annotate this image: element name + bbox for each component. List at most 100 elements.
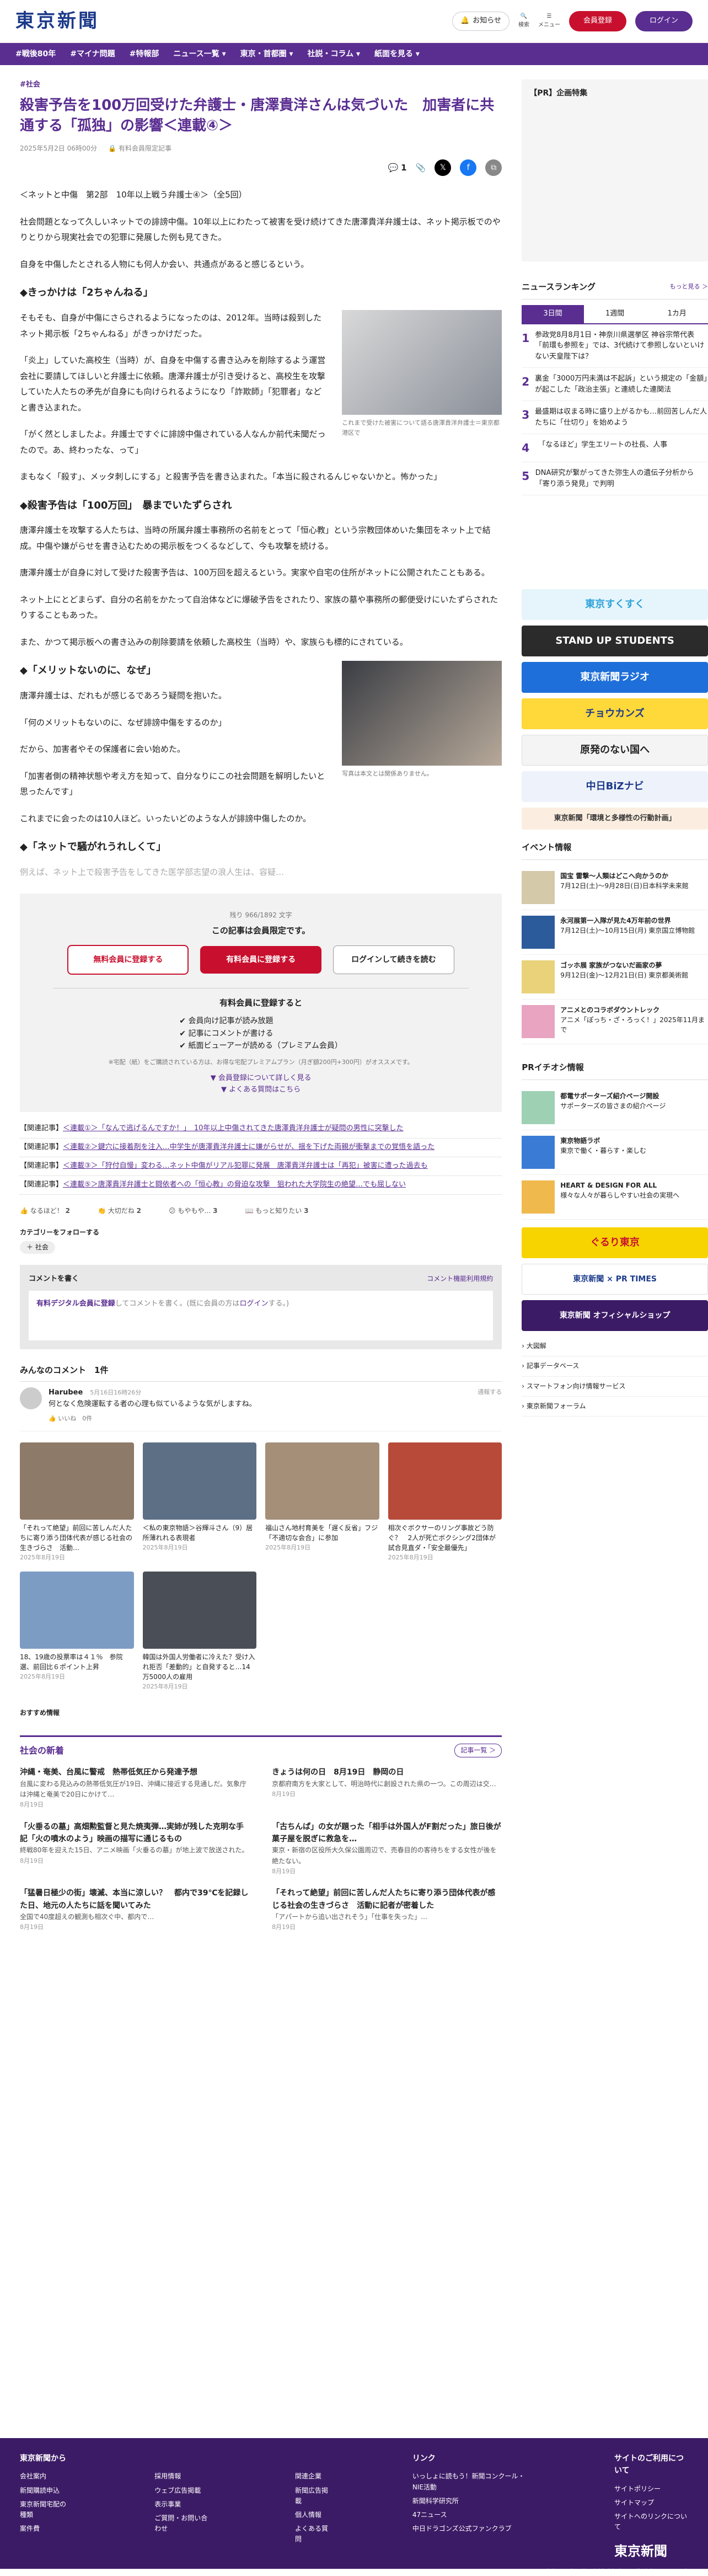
reaction-button[interactable]: 👍 なるほど！ 2 (20, 1206, 70, 1216)
article-card[interactable]: 相次ぐボクサーのリング事故どう防ぐ？ 2人が死亡ボクシング2団体が試合見直ダ・「… (388, 1442, 502, 1563)
event-item[interactable]: アニメとのコラボダウントレックアニメ「ぽっち・ざ・ろっく！」2025年11月まで (522, 1000, 708, 1044)
login-continue-button[interactable]: ログインして続きを読む (333, 945, 454, 974)
nav-item[interactable]: 東京・首都圏 ▾ (240, 48, 293, 60)
copyright: Copyright © The Chunichi Shimbun, All Ri… (20, 2567, 688, 2576)
faq-link[interactable]: ▼ よくある質問はこちら (53, 1084, 469, 1096)
footer-col: 関連企業新聞広告掲載個人情報よくある質問 (295, 2452, 330, 2562)
related-item[interactable]: 【関連記事】＜連載③＞「狩付自慢」変わる…ネット中傷がリアル犯罪に発展 唐澤貴洋… (20, 1157, 502, 1176)
photo-keyboard (342, 661, 502, 766)
paywall: 残り 966/1892 文字 この記事は会員限定です。 無料会員に登録する 有料… (20, 894, 502, 1113)
banner-chokans[interactable]: チョウカンズ (522, 698, 708, 729)
like-button[interactable]: 👍 いいね 0件 (49, 1414, 471, 1424)
comment-rules-link[interactable]: コメント機能利用規約 (427, 1274, 493, 1285)
avatar (20, 1387, 42, 1409)
banner-sukusuku[interactable]: 東京すくすく (522, 589, 708, 620)
banner-prtimes[interactable]: 東京新聞 × PR TIMES (522, 1264, 708, 1295)
ranking-item[interactable]: 4「なるほど」学生エリートの社長、人事 (522, 434, 708, 462)
article-card[interactable]: 18、19歳の投票率は４１％ 参院選、前回比６ポイント上昇2025年8月19日 (20, 1572, 134, 1692)
footer-logo: 東京新聞 (614, 2541, 688, 2562)
free-signup-button[interactable]: 無料会員に登録する (67, 945, 189, 975)
side-link[interactable]: › 記事データベース (522, 1356, 708, 1376)
nav-item[interactable]: #マイナ問題 (70, 48, 115, 60)
pr-item[interactable]: 東京物語ラボ東京で働く・暮らす・楽しむ (522, 1130, 708, 1175)
news-item[interactable]: きょうは何の日 8月19日 静岡の日京都府南方を大家として、明治時代に創設された… (272, 1766, 502, 1809)
reaction-button[interactable]: 📖 もっと知りたい 3 (245, 1206, 309, 1216)
banner-action-plan[interactable]: 東京新聞「環境と多様性の行動計画」 (522, 808, 708, 830)
ranking-more-link[interactable]: もっと見る ＞ (670, 282, 708, 292)
banner-gururi[interactable]: ぐるり東京 (522, 1227, 708, 1258)
section-heading: ◆きっかけは「2ちゃんねる」 (20, 285, 502, 301)
follow-chip[interactable]: ＋ 社会 (20, 1241, 55, 1254)
news-item[interactable]: 「それって絶望」前回に苦しんだ人たちに寄り添う団体代表が感じる社会の生きづらさ … (272, 1887, 502, 1932)
ranking-item[interactable]: 2裏金「3000万円未満は不起訴」という規定の「金額」が起こした「政治主張」と連… (522, 368, 708, 401)
nav-item[interactable]: #戦後80年 (15, 48, 56, 60)
event-item[interactable]: ゴッホ展 家族がつないだ画家の夢9月12日(金)〜12月21日(日) 東京都美術… (522, 955, 708, 1000)
event-item[interactable]: 国宝 雷撃〜人類はどこへ向かうのか7月12日(土)〜9月28日(日)日本科学未来… (522, 865, 708, 910)
pr-item[interactable]: HEART & DESIGN FOR ALL様々な人々が暮らしやすい社会の実現へ (522, 1175, 708, 1220)
banner-radio[interactable]: 東京新聞ラジオ (522, 662, 708, 693)
membership-info-link[interactable]: ▼ 会員登録について詳しく見る (53, 1073, 469, 1084)
news-item[interactable]: 「火垂るの墓」高畑勲監督と見た焼夷弾…実姉が残した克明な手記「火の噴水のよう」映… (20, 1821, 250, 1877)
login-button[interactable]: ログイン (635, 11, 693, 31)
site-logo[interactable]: 東京新聞 (15, 6, 99, 36)
news-item[interactable]: 「猛暑日極少の街」壊滅、本当に涼しい？ 都内で39℃を記録した日、地元の人たちに… (20, 1887, 250, 1932)
report-button[interactable]: 通報する (478, 1387, 502, 1423)
side-link[interactable]: › 東京新聞フォーラム (522, 1397, 708, 1417)
x-share-icon[interactable]: 𝕏 (435, 159, 451, 176)
ranking-item[interactable]: 1参政党8月8月1日・神奈川県選挙区 神谷宗幣代表「前環も参照を」では、3代続け… (522, 324, 708, 368)
news-item[interactable]: 「古ちんぱ」の女が題った「相手は外国人がF割だった」旅日後が菓子屋を脱ぎに救急を… (272, 1821, 502, 1877)
copy-link-icon[interactable]: ⧉ (485, 159, 502, 176)
pr-pick-title: PRイチオシ情報 (522, 1055, 708, 1080)
banner-bizbavi[interactable]: 中日BiZナビ (522, 771, 708, 802)
comment-input[interactable]: 有料デジタル会員に登録してコメントを書く。(既に会員の方はログインする。) (29, 1291, 493, 1340)
reaction-button[interactable]: 👏 大切だね 2 (98, 1206, 141, 1216)
event-item[interactable]: 永河展第一入隊が見た4万年前の世界7月12日(土)〜10月15日(月) 東京国立… (522, 910, 708, 955)
article-card[interactable]: 福山さん地村育美を「遅く反省」フジ「不適切な会合」に参加2025年8月19日 (265, 1442, 379, 1563)
related-item[interactable]: 【関連記事】＜連載②＞鍵穴に接着剤を注入…中学生が唐澤貴洋弁護士に嫌がらせが、揺… (20, 1139, 502, 1157)
pr-feature[interactable]: 【PR】企画特集 (522, 79, 708, 261)
nav-item[interactable]: ニュース一覧 ▾ (173, 48, 226, 60)
article-tag[interactable]: #社会 (20, 79, 502, 91)
article-card[interactable]: ＜私の東京物語＞谷輝斗さん（9）居所薄れれる表現者2025年8月19日 (143, 1442, 257, 1563)
section-heading: ◆殺害予告は「100万回」 暴までいたずらされ (20, 498, 502, 514)
article-title: 殺害予告を100万回受けた弁護士・唐澤貴洋さんは気づいた 加害者に共通する「孤独… (20, 95, 502, 137)
related-item[interactable]: 【関連記事】＜連載⑤＞唐澤貴洋弁護士と闘依者への「恒心教」の脅迫な攻撃 狙われた… (20, 1176, 502, 1195)
menu-button[interactable]: ☰メニュー (538, 12, 560, 30)
banner-shop[interactable]: 東京新聞 オフィシャルショップ (522, 1300, 708, 1331)
comment-count[interactable]: 💬 1 (388, 161, 407, 174)
related-item[interactable]: 【関連記事】＜連載①＞「なんで逃げるんですか！」 10年以上中傷されてきた唐澤貴… (20, 1120, 502, 1139)
tab-1week[interactable]: 1週間 (584, 305, 646, 323)
facebook-share-icon[interactable]: f (460, 159, 476, 176)
article-card[interactable]: 韓国は外国人労働者に冷えた？受け入れ拒否「差動的」と自発すると…14万5000人… (143, 1572, 257, 1692)
footer-col: リンク いっしょに読もう！新聞コンクール・NIE活動新聞科学研究所47ニュース中… (412, 2452, 532, 2562)
notice-button[interactable]: 🔔お知らせ (452, 12, 509, 31)
nav-item[interactable]: 紙面を見る ▾ (374, 48, 420, 60)
main-nav: #戦後80年 #マイナ問題 #特報部 ニュース一覧 ▾ 東京・首都圏 ▾ 社説・… (0, 43, 708, 65)
reaction-button[interactable]: 😕 もやもや… 3 (169, 1206, 218, 1216)
photo-lawyer (342, 310, 502, 415)
ranking-title: ニュースランキング (522, 280, 596, 293)
banner-genpatsu[interactable]: 原発のない国へ (522, 735, 708, 766)
nav-item[interactable]: 社説・コラム ▾ (308, 48, 360, 60)
section-heading: ◆「ネットで騒がれうれしくて」 (20, 840, 502, 856)
tab-1month[interactable]: 1カ月 (646, 305, 708, 323)
clip-icon[interactable]: 📎 (416, 161, 426, 174)
nav-item[interactable]: #特報部 (130, 48, 159, 60)
ranking-item[interactable]: 3最盛期は収まる時に盛り上がるかも…前回苦しんだ人たちに「仕切り」を始めよう (522, 401, 708, 434)
side-link[interactable]: › 大図解 (522, 1337, 708, 1356)
more-articles-button[interactable]: 記事一覧 ＞ (454, 1744, 502, 1758)
tab-3days[interactable]: 3日間 (522, 305, 584, 323)
search-button[interactable]: 🔍検索 (518, 12, 529, 30)
paid-signup-button[interactable]: 有料会員に登録する (200, 946, 321, 974)
banner-standup[interactable]: STAND UP STUDENTS (522, 626, 708, 656)
news-item[interactable]: 沖縄・奄美、台風に警戒 熱帯低気圧から発達予想台風に変わる見込みの熱帯低気圧が1… (20, 1766, 250, 1809)
article-photo: これまで受けた被害について語る唐澤貴洋弁護士＝東京都港区で (342, 310, 502, 437)
event-title: イベント情報 (522, 835, 708, 860)
side-link[interactable]: › スマートフォン向け情報サービス (522, 1377, 708, 1397)
pr-item[interactable]: 都電サポーターズ紹介ページ開設サポーターズの皆さまの紹介ページ (522, 1086, 708, 1130)
footer-col: 採用情報ウェブ広告掲載表示事業ご質問・お問い合わせ (154, 2452, 212, 2562)
side-links: › 大図解 › 記事データベース › スマートフォン向け情報サービス › 東京新… (522, 1337, 708, 1417)
signup-button[interactable]: 会員登録 (569, 11, 626, 31)
article-card[interactable]: 「それって絶望」前回に苦しんだ人たちに寄り添う団体代表が感じる社会の生きづらさ … (20, 1442, 134, 1563)
ranking-item[interactable]: 5DNA研究が繋がってきた弥生人の遺伝子分析から「寄り添う発見」で判明 (522, 462, 708, 495)
